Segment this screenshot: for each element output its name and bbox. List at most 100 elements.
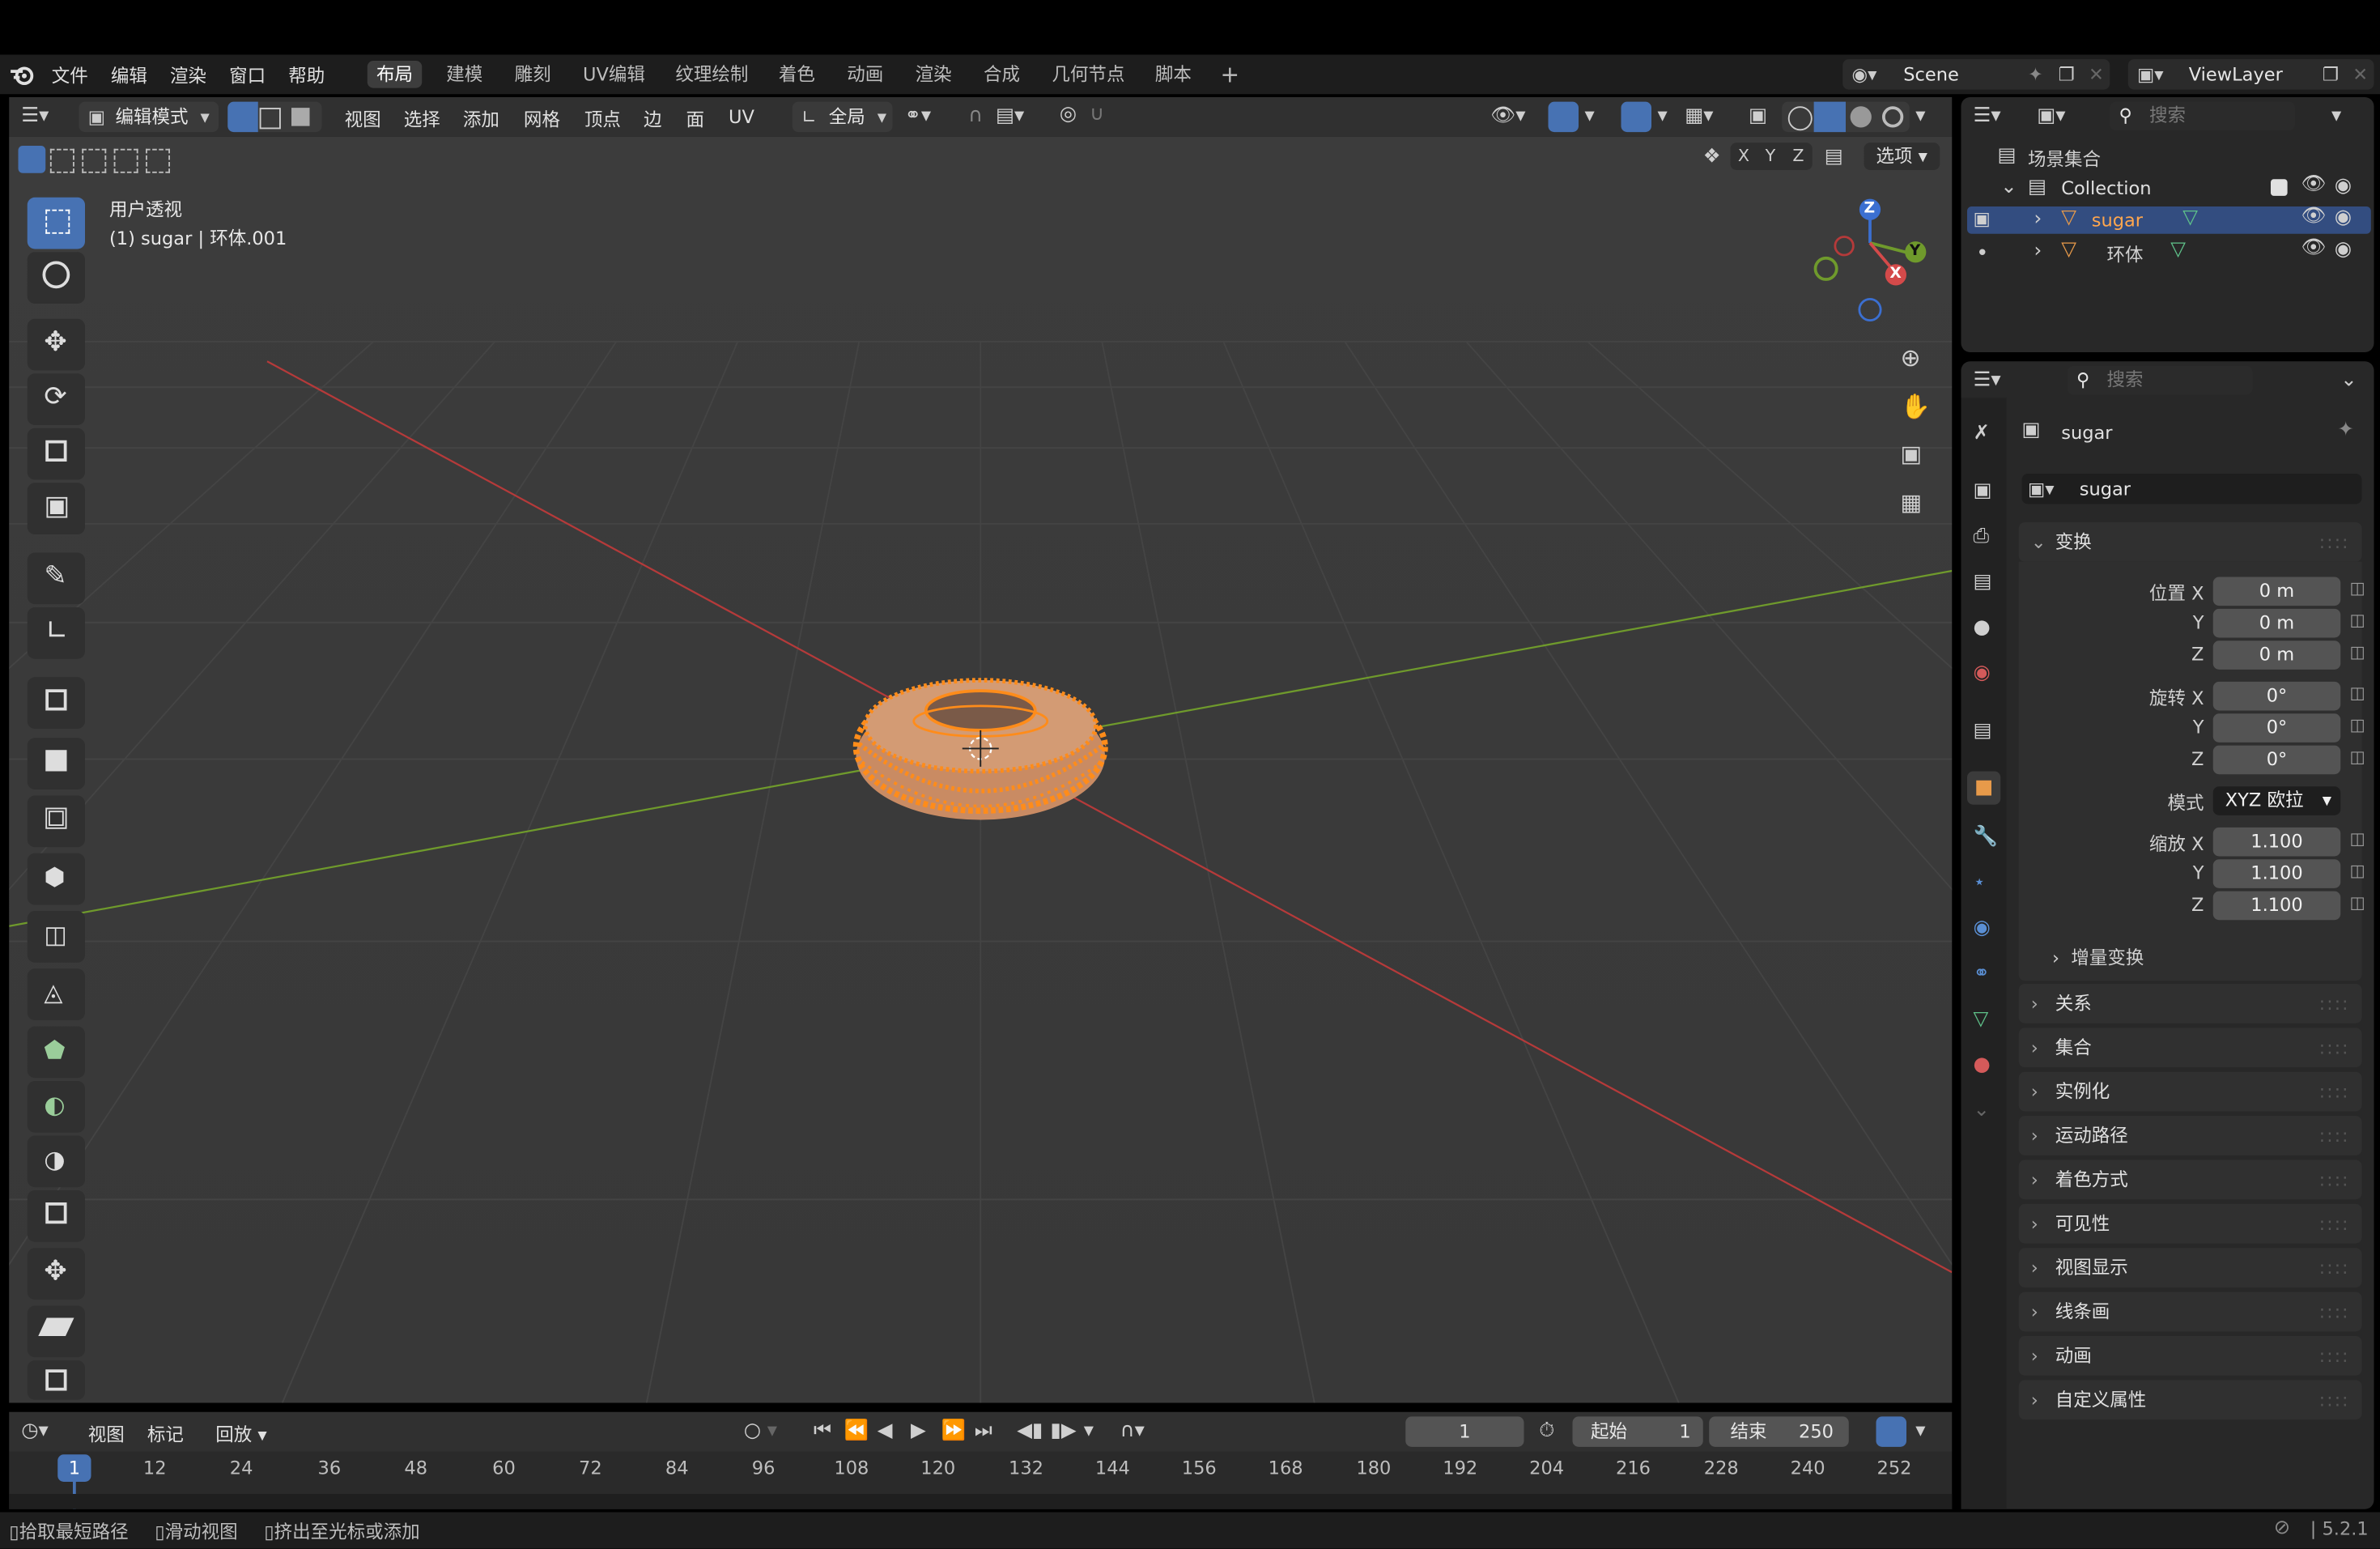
add-workspace-icon[interactable]: + [1211,61,1248,88]
camera-icon[interactable]: ◉ [2335,175,2352,198]
eye-icon[interactable]: 👁 [2301,173,2327,196]
chevron-down-icon[interactable]: ▾ [1585,104,1595,127]
drag-grip-icon[interactable]: :::: [2319,1072,2350,1112]
tab-texture-paint[interactable]: 纹理绘制 [666,61,758,88]
menu-window[interactable]: 窗口 [229,62,266,88]
overlays-toggle-icon[interactable] [1621,101,1651,133]
menu-file[interactable]: 文件 [52,62,88,88]
rip-tool[interactable] [27,1360,85,1400]
material-shading-icon[interactable] [1850,106,1872,128]
timeline-menu-view[interactable]: 视图 [88,1421,125,1447]
transform-orientation[interactable]: ∟ 全局 ▾ [792,101,893,133]
cursor-tool[interactable] [27,252,85,304]
pivot-icon[interactable]: ⚭▾ [905,104,932,127]
stopwatch-icon[interactable]: ⏱ [1539,1419,1554,1442]
menu-uv[interactable]: UV [729,106,754,127]
tool-tab-icon[interactable]: ✗ [1974,422,1990,445]
prev-keyframe-icon[interactable]: ◀▮ [1017,1419,1043,1442]
next-keyframe-icon[interactable]: ▮▶ [1051,1419,1077,1442]
menu-view[interactable]: 视图 [345,106,381,132]
location-x-field[interactable]: 0 m [2212,577,2341,606]
rotate-tool[interactable]: ⟳ [27,373,85,425]
scale-y-field[interactable]: 1.100 [2212,859,2341,888]
mirror-x-toggle[interactable]: X [1738,146,1749,165]
chevron-down-icon[interactable]: ⌄ [2340,369,2357,392]
tab-rendering[interactable]: 渲染 [906,61,961,88]
annotate-tool[interactable]: ✎ [27,552,85,605]
menu-vertex[interactable]: 顶点 [584,106,621,132]
properties-search[interactable]: ⚲ 搜索 [2067,365,2253,395]
jump-keyframe-back-icon[interactable]: ⏪ [844,1419,869,1442]
auto-keying-icon[interactable]: ○ ▾ [744,1419,777,1442]
panel-instancing[interactable]: › 实例化:::: [2018,1071,2362,1112]
end-frame-field[interactable]: 结束 250 [1709,1416,1849,1447]
overlay-toggle-icon[interactable] [1876,1416,1906,1447]
delete-view-layer-icon[interactable]: ✕ [2352,59,2368,90]
playback-dropdown[interactable]: 回放 ▾ [215,1421,266,1447]
chevron-down-icon[interactable]: ▾ [1915,1419,1925,1442]
chevron-down-icon[interactable]: ▾ [1084,1419,1094,1442]
scene-tab-icon[interactable]: ● [1974,616,1991,639]
rotation-y-field[interactable]: 0° [2212,713,2341,743]
tab-uv-editing[interactable]: UV编辑 [574,61,654,88]
jump-end-icon[interactable]: ⏭ [975,1419,992,1442]
pin-icon[interactable]: ✦ [2028,59,2043,90]
filter-icon[interactable]: ▾ [2331,104,2341,127]
new-scene-icon[interactable]: ❐ [2059,59,2075,90]
viewport-3d[interactable]: Z Y X 用户透视 (1) sugar | 环体.001 ❖ X Y Z ▤ … [9,136,1953,1403]
auto-merge-icon[interactable]: ▤ [1825,146,1843,168]
rotation-mode-select[interactable]: XYZ 欧拉 ▾ [2212,786,2341,815]
panel-collections[interactable]: › 集合:::: [2018,1028,2362,1068]
xray-icon[interactable]: ▣ [1749,104,1767,127]
smooth-tool[interactable]: ◑ [27,1135,85,1188]
edit-mode-indicator-icon[interactable]: ▣ [1974,208,1991,229]
lock-icon[interactable]: ◫ [2350,683,2366,703]
location-y-field[interactable]: 0 m [2212,608,2341,638]
output-tab-icon[interactable]: ⎙ [1974,526,1990,548]
drag-grip-icon[interactable]: :::: [2319,522,2350,562]
constraints-tab-icon[interactable]: ⚭ [1974,963,1990,985]
rendered-shading-icon[interactable] [1882,106,1904,128]
ortho-grid-icon[interactable]: ▦ [1901,489,1923,517]
snapping-icon[interactable]: ∩▾ [1120,1419,1145,1442]
mode-selector[interactable]: ▣ 编辑模式 ▾ [79,101,219,133]
spin-tool[interactable]: ◐ [27,1081,85,1133]
play-reverse-icon[interactable]: ◀ [878,1419,893,1442]
chevron-down-icon[interactable]: ⌄ [1974,1100,1990,1122]
network-icon[interactable]: ⊘ [2274,1517,2290,1539]
jump-keyframe-forward-icon[interactable]: ⏩ [941,1419,966,1442]
edge-slide-tool[interactable] [27,1190,85,1242]
delete-scene-icon[interactable]: ✕ [2089,59,2104,90]
rotation-x-field[interactable]: 0° [2212,681,2341,711]
wireframe-shading-icon[interactable] [1787,106,1813,131]
lock-icon[interactable]: ◫ [2350,642,2366,662]
drag-grip-icon[interactable]: :::: [2319,1292,2350,1332]
lock-icon[interactable]: ◫ [2350,893,2366,913]
world-tab-icon[interactable]: ◉ [1974,662,1991,685]
location-z-field[interactable]: 0 m [2212,640,2341,670]
object-tab-icon[interactable] [1967,771,2001,805]
collection-tab-icon[interactable]: ▤ [1974,720,1992,743]
eye-icon[interactable]: 👁 [2301,237,2327,260]
timeline-scrollbar[interactable] [9,1494,1953,1509]
pan-hand-icon[interactable]: ✋ [1901,392,1931,421]
menu-mesh[interactable]: 网格 [524,106,560,132]
transform-panel-header[interactable]: ⌄ 变换 :::: [2018,522,2362,562]
object-name-field[interactable]: ▣▾ sugar [2021,474,2362,504]
tab-geometry-nodes[interactable]: 几何节点 [1043,61,1134,88]
blender-logo-icon[interactable] [9,64,36,85]
panel-line-art[interactable]: › 线条画:::: [2018,1292,2362,1332]
collection-checkbox[interactable] [2271,179,2288,196]
lock-icon[interactable]: ◫ [2350,715,2366,734]
chevron-right-icon[interactable]: › [2034,208,2042,231]
loop-cut-tool[interactable]: ◫ [27,911,85,963]
scale-z-field[interactable]: 1.100 [2212,891,2341,921]
tab-shading[interactable]: 着色 [770,61,825,88]
snap-target-icon[interactable]: ▤▾ [996,104,1024,127]
outliner-editor-icon[interactable]: ☰▾ [1974,104,2001,127]
panel-custom-properties[interactable]: › 自定义属性:::: [2018,1380,2362,1420]
chevron-down-icon[interactable]: ▾ [1658,104,1668,127]
vertex-select-icon[interactable] [227,101,258,133]
new-view-layer-icon[interactable]: ❐ [2323,59,2339,90]
shrink-fatten-tool[interactable]: ✥ [27,1248,85,1300]
